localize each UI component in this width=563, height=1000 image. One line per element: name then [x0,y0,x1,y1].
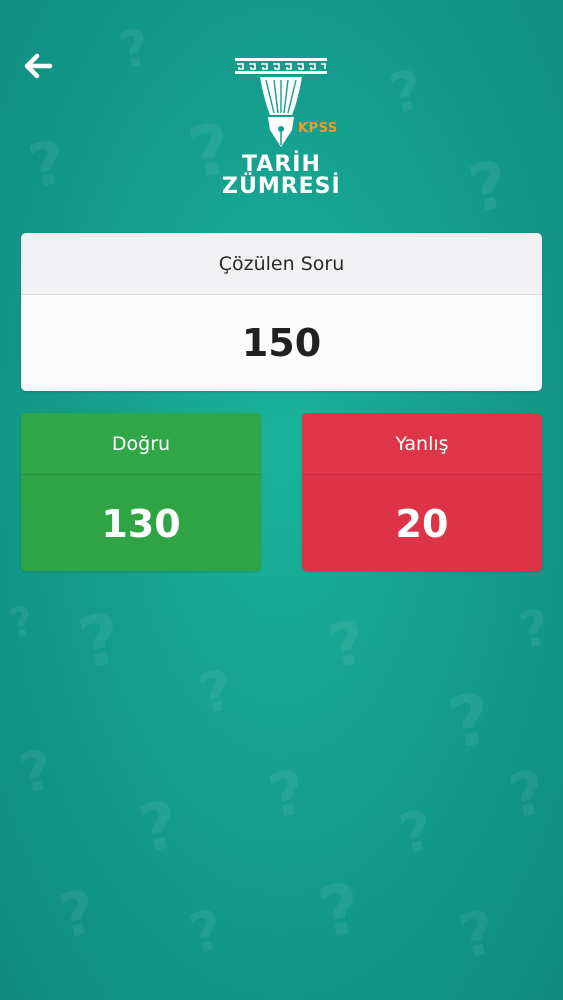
wrong-answers-label: Yanlış [302,413,542,475]
solved-questions-card: Çözülen Soru 150 [21,233,542,391]
logo-badge: KPSS [298,121,338,136]
correct-answers-card: Doğru 130 [21,413,261,571]
app-logo: KPSS TARİH ZÜMRESİ [222,55,350,200]
wrong-answers-value: 20 [395,501,449,546]
logo-line-2: ZÜMRESİ [222,174,341,199]
solved-questions-label: Çözülen Soru [21,233,542,295]
wrong-answers-card: Yanlış 20 [302,413,542,571]
correct-answers-label: Doğru [21,413,261,475]
correct-answers-value: 130 [101,501,181,546]
back-arrow-icon [24,53,53,79]
solved-questions-value: 150 [21,295,542,391]
back-button[interactable] [18,46,58,86]
